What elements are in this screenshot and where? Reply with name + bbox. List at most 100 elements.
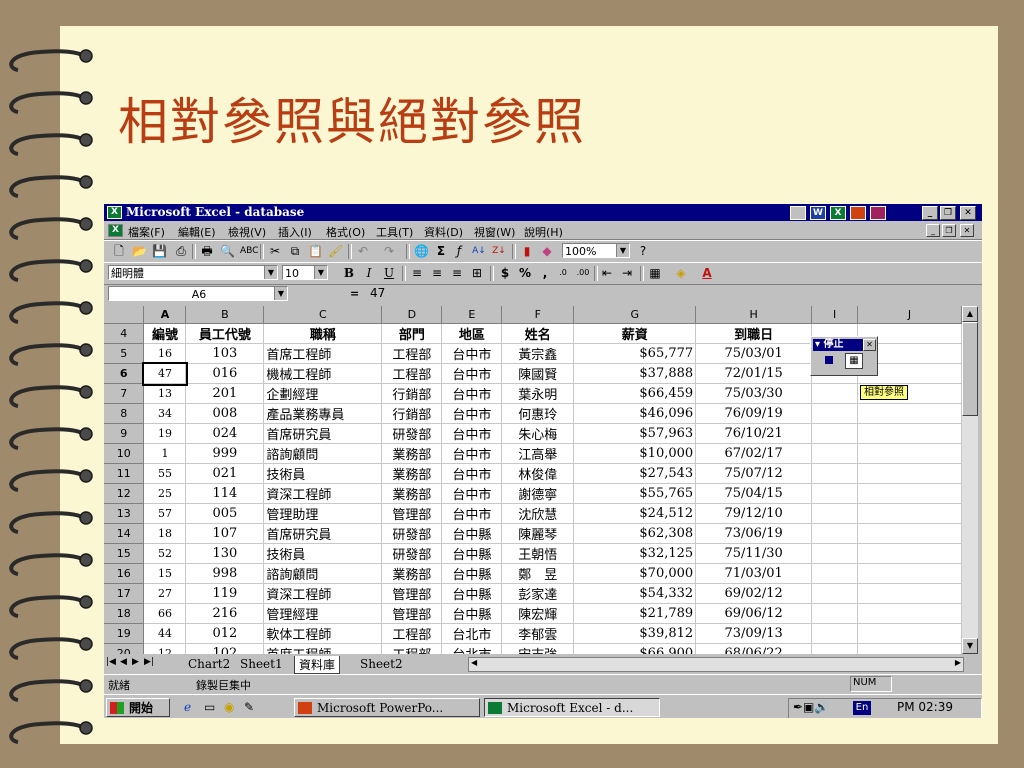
powerpoint-icon[interactable] bbox=[850, 206, 866, 220]
column-header[interactable]: H bbox=[695, 306, 813, 324]
cell[interactable]: $65,777 bbox=[573, 343, 697, 364]
preview-icon[interactable]: 🔍 bbox=[220, 244, 235, 258]
cell[interactable]: 024 bbox=[185, 423, 265, 444]
vertical-scrollbar[interactable]: ▲ ▼ bbox=[962, 306, 978, 654]
cell[interactable]: 68/06/22 bbox=[695, 643, 813, 654]
cell[interactable]: $46,096 bbox=[573, 403, 697, 424]
channel-icon[interactable]: ◉ bbox=[224, 700, 234, 714]
cell[interactable]: 研發部 bbox=[381, 543, 443, 564]
cell[interactable]: 台北市 bbox=[441, 623, 503, 644]
cell[interactable] bbox=[857, 543, 962, 564]
header-cell[interactable]: 姓名 bbox=[501, 323, 575, 344]
cell[interactable]: 首席研究員 bbox=[263, 523, 383, 544]
cell[interactable] bbox=[811, 483, 859, 504]
cell[interactable]: $54,332 bbox=[573, 583, 697, 604]
cell[interactable]: 資深工程師 bbox=[263, 483, 383, 504]
cell[interactable]: 69/06/12 bbox=[695, 603, 813, 624]
word-icon[interactable]: W bbox=[810, 206, 826, 220]
cell[interactable] bbox=[811, 503, 859, 524]
cell[interactable]: 工程部 bbox=[381, 623, 443, 644]
cell[interactable]: 謝德寧 bbox=[501, 483, 575, 504]
cell[interactable]: 16 bbox=[143, 343, 187, 364]
cell[interactable] bbox=[857, 463, 962, 484]
cell[interactable]: 台中市 bbox=[441, 463, 503, 484]
cell[interactable]: 行銷部 bbox=[381, 383, 443, 404]
select-all-button[interactable] bbox=[104, 306, 145, 324]
cell[interactable] bbox=[857, 443, 962, 464]
outlook-icon[interactable]: ✎ bbox=[244, 700, 254, 714]
copy-icon[interactable]: ⧉ bbox=[288, 244, 302, 258]
header-cell[interactable]: 薪資 bbox=[573, 323, 697, 344]
cell[interactable]: 工程部 bbox=[381, 363, 443, 384]
cell[interactable] bbox=[811, 643, 859, 654]
cell[interactable]: 研發部 bbox=[381, 523, 443, 544]
scroll-thumb[interactable] bbox=[962, 322, 978, 416]
decrease-indent-icon[interactable]: ⇤ bbox=[600, 266, 614, 280]
cell[interactable]: 企劃經理 bbox=[263, 383, 383, 404]
cell[interactable] bbox=[857, 503, 962, 524]
cell[interactable]: 998 bbox=[185, 563, 265, 584]
horizontal-scrollbar[interactable]: ◀ ▶ bbox=[468, 657, 964, 672]
stop-recording-toolbar[interactable]: ▾ 停止 ✕ ▦ bbox=[810, 336, 878, 376]
menu-insert[interactable]: 插入(I) bbox=[278, 224, 312, 240]
cell[interactable]: 台中市 bbox=[441, 363, 503, 384]
stop-recording-button[interactable] bbox=[825, 356, 833, 364]
cell[interactable]: 機械工程師 bbox=[263, 363, 383, 384]
cell[interactable]: 66 bbox=[143, 603, 187, 624]
cell[interactable]: 71/03/01 bbox=[695, 563, 813, 584]
cell[interactable]: 陳麗琴 bbox=[501, 523, 575, 544]
fill-color-icon[interactable]: ◈ bbox=[674, 266, 688, 280]
scroll-down-icon[interactable]: ▼ bbox=[962, 638, 978, 654]
cell[interactable]: 首席工程師 bbox=[263, 343, 383, 364]
cell[interactable]: 76/09/19 bbox=[695, 403, 813, 424]
relative-reference-button[interactable]: ▦ bbox=[845, 353, 863, 369]
language-indicator[interactable]: En bbox=[853, 701, 871, 715]
cell[interactable]: 台中縣 bbox=[441, 523, 503, 544]
header-cell[interactable]: 地區 bbox=[441, 323, 503, 344]
excel-icon[interactable]: X bbox=[107, 206, 122, 219]
cell[interactable]: 76/10/21 bbox=[695, 423, 813, 444]
currency-icon[interactable]: $ bbox=[498, 266, 512, 280]
help-icon[interactable]: ? bbox=[636, 244, 650, 258]
cell[interactable]: 102 bbox=[185, 643, 265, 654]
row-header[interactable]: 20 bbox=[104, 643, 145, 654]
row-header[interactable]: 11 bbox=[104, 463, 145, 484]
cell[interactable]: 72/01/15 bbox=[695, 363, 813, 384]
cell[interactable]: 012 bbox=[185, 623, 265, 644]
redo-icon[interactable]: ↷ bbox=[382, 244, 396, 258]
task-excel[interactable]: Microsoft Excel - d... bbox=[484, 698, 660, 717]
document-icon[interactable]: X bbox=[108, 224, 123, 237]
cell[interactable]: 台中市 bbox=[441, 343, 503, 364]
increase-indent-icon[interactable]: ⇥ bbox=[620, 266, 634, 280]
task-powerpoint[interactable]: Microsoft PowerPo... bbox=[294, 698, 480, 717]
name-box[interactable]: A6 ▼ bbox=[108, 286, 288, 301]
cell[interactable] bbox=[811, 523, 859, 544]
header-cell[interactable]: 職稱 bbox=[263, 323, 383, 344]
merge-center-icon[interactable]: ⊞ bbox=[470, 266, 484, 280]
font-select[interactable]: 細明體 ▼ bbox=[108, 265, 278, 280]
chart-wizard-icon[interactable]: ▮ bbox=[520, 244, 534, 258]
tray-icons[interactable]: ✒▣🔊 bbox=[793, 700, 829, 714]
cell[interactable]: 研發部 bbox=[381, 423, 443, 444]
chevron-down-icon[interactable]: ▼ bbox=[616, 244, 629, 257]
cell[interactable]: 216 bbox=[185, 603, 265, 624]
cell[interactable] bbox=[811, 543, 859, 564]
cell[interactable]: 管理部 bbox=[381, 583, 443, 604]
cell[interactable]: $21,789 bbox=[573, 603, 697, 624]
cell[interactable]: 鄭 昱 bbox=[501, 563, 575, 584]
cell[interactable]: 75/07/12 bbox=[695, 463, 813, 484]
header-cell[interactable]: 部門 bbox=[381, 323, 443, 344]
cell[interactable]: $39,812 bbox=[573, 623, 697, 644]
tab-chart2[interactable]: Chart2 bbox=[188, 657, 230, 671]
close-button[interactable]: ✕ bbox=[960, 206, 976, 220]
row-header[interactable]: 13 bbox=[104, 503, 145, 524]
ie-icon[interactable]: ℯ bbox=[184, 700, 191, 714]
zoom-select[interactable]: 100% ▼ bbox=[562, 243, 630, 258]
cell[interactable] bbox=[811, 623, 859, 644]
chevron-down-icon[interactable]: ▼ bbox=[264, 266, 277, 279]
menu-view[interactable]: 檢視(V) bbox=[228, 224, 266, 240]
cell[interactable]: 005 bbox=[185, 503, 265, 524]
cell[interactable]: 119 bbox=[185, 583, 265, 604]
cell[interactable] bbox=[857, 403, 962, 424]
cell[interactable]: 75/03/01 bbox=[695, 343, 813, 364]
